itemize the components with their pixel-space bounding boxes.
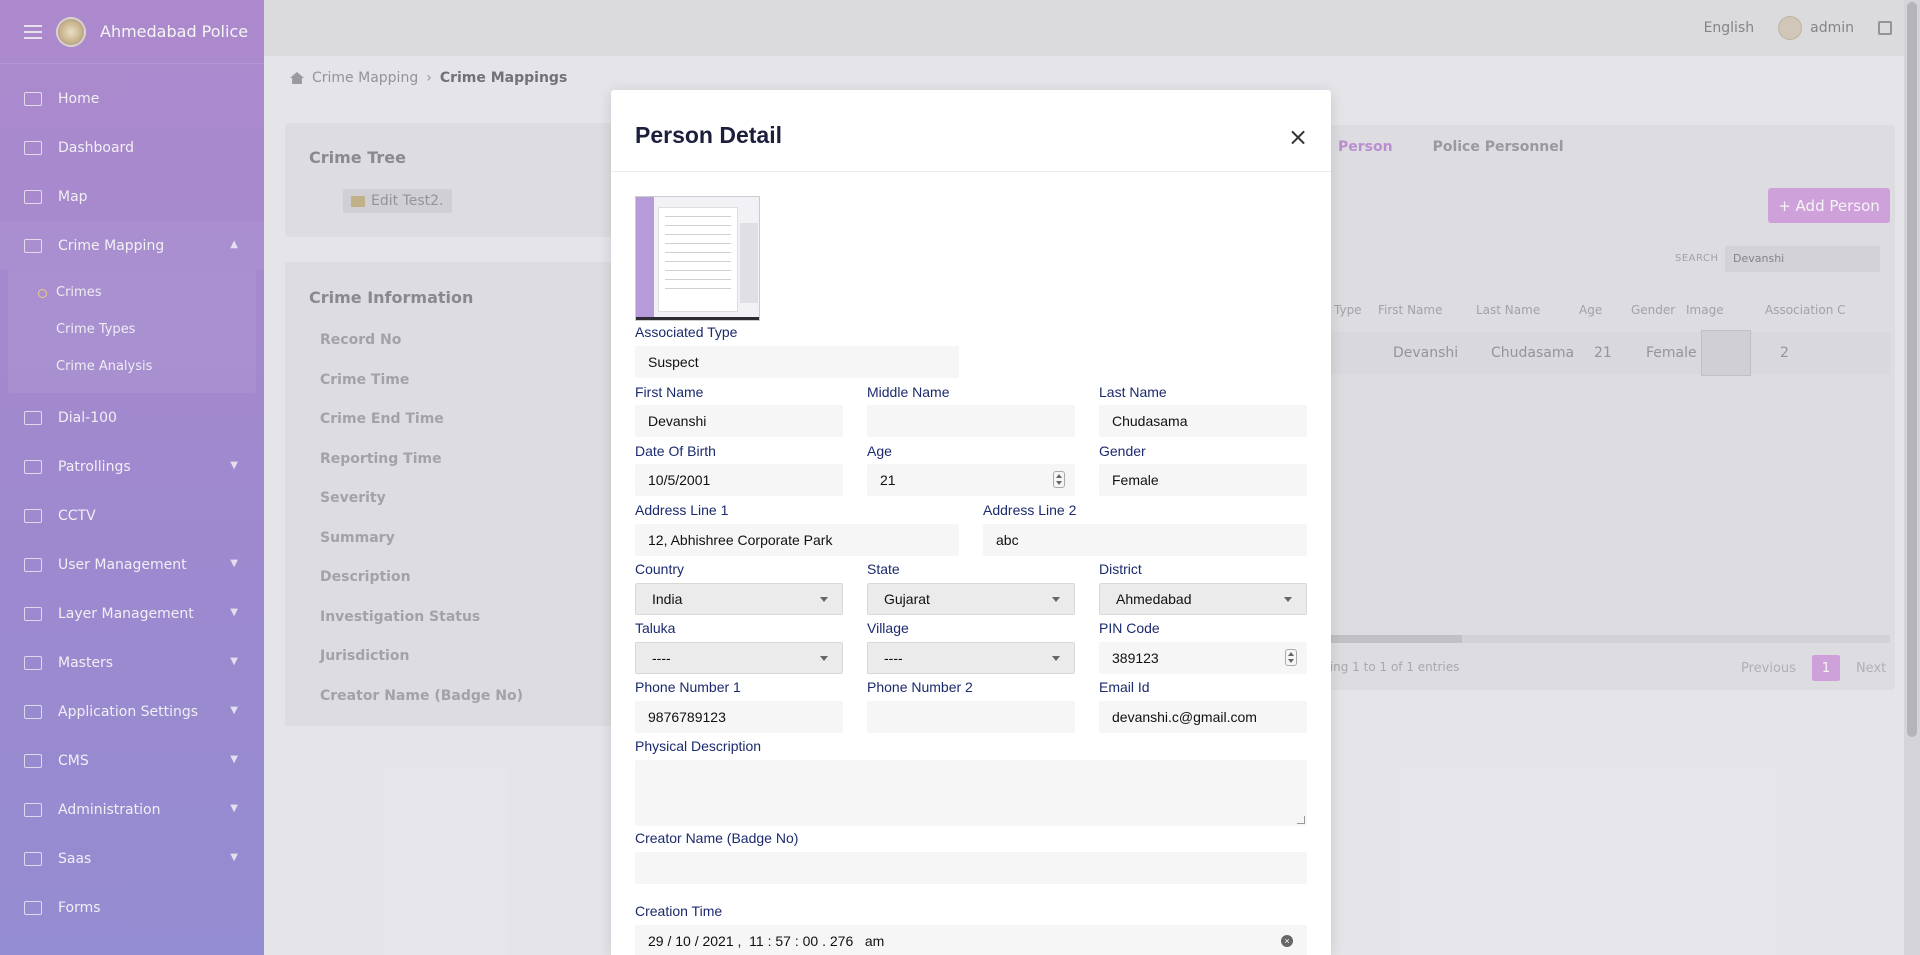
taluka-value: ---- — [652, 650, 671, 666]
modal-header: Person Detail × — [611, 90, 1331, 172]
chevron-down-icon — [1052, 597, 1060, 602]
first-name-field[interactable]: Devanshi — [635, 405, 843, 437]
state-label: State — [867, 561, 900, 577]
person-detail-modal: Person Detail × Associated Type Suspect … — [611, 90, 1331, 955]
country-select[interactable]: India — [635, 583, 843, 615]
pin-field[interactable]: 389123 — [1099, 642, 1307, 674]
first-name-label: First Name — [635, 384, 704, 400]
country-label: Country — [635, 561, 685, 577]
phone2-field[interactable] — [867, 701, 1075, 733]
physical-description-label: Physical Description — [635, 738, 762, 754]
taluka-select[interactable]: ---- — [635, 642, 843, 674]
chevron-down-icon — [1284, 597, 1292, 602]
resize-handle-icon[interactable] — [1297, 816, 1305, 824]
address2-label: Address Line 2 — [983, 502, 1077, 518]
pin-label: PIN Code — [1099, 620, 1160, 636]
age-value: 21 — [880, 472, 896, 488]
creator-name-label: Creator Name (Badge No) — [635, 830, 799, 846]
district-label: District — [1099, 561, 1142, 577]
stepper-icon[interactable] — [1053, 471, 1065, 488]
phone1-field[interactable]: 9876789123 — [635, 701, 843, 733]
address1-label: Address Line 1 — [635, 502, 729, 518]
associated-type-field[interactable]: Suspect — [635, 346, 959, 378]
email-label: Email Id — [1099, 679, 1150, 695]
modal-title: Person Detail — [635, 122, 782, 148]
dob-label: Date Of Birth — [635, 443, 716, 459]
chevron-down-icon — [820, 597, 828, 602]
email-field[interactable]: devanshi.c@gmail.com — [1099, 701, 1307, 733]
phone1-label: Phone Number 1 — [635, 679, 741, 695]
district-value: Ahmedabad — [1116, 591, 1192, 607]
gender-label: Gender — [1099, 443, 1146, 459]
middle-name-label: Middle Name — [867, 384, 950, 400]
country-value: India — [652, 591, 683, 607]
creation-time-label: Creation Time — [635, 903, 723, 919]
phone2-label: Phone Number 2 — [867, 679, 973, 695]
district-select[interactable]: Ahmedabad — [1099, 583, 1307, 615]
taluka-label: Taluka — [635, 620, 676, 636]
last-name-label: Last Name — [1099, 384, 1167, 400]
physical-description-textarea[interactable] — [635, 760, 1307, 826]
person-photo[interactable] — [635, 196, 760, 321]
village-value: ---- — [884, 650, 903, 666]
state-value: Gujarat — [884, 591, 930, 607]
pin-value: 389123 — [1112, 650, 1159, 666]
address2-field[interactable]: abc — [983, 524, 1307, 556]
address1-field[interactable]: 12, Abhishree Corporate Park — [635, 524, 959, 556]
stepper-icon[interactable] — [1285, 649, 1297, 666]
village-label: Village — [867, 620, 909, 636]
middle-name-field[interactable] — [867, 405, 1075, 437]
village-select[interactable]: ---- — [867, 642, 1075, 674]
last-name-field[interactable]: Chudasama — [1099, 405, 1307, 437]
gender-field[interactable]: Female — [1099, 464, 1307, 496]
chevron-down-icon — [1052, 656, 1060, 661]
age-field[interactable]: 21 — [867, 464, 1075, 496]
clear-icon[interactable]: × — [1281, 935, 1293, 947]
close-icon[interactable]: × — [1288, 125, 1308, 149]
age-label: Age — [867, 443, 892, 459]
creation-time-value: 29 / 10 / 2021 , 11 : 57 : 00 . 276 am — [648, 933, 885, 949]
chevron-down-icon — [820, 656, 828, 661]
associated-type-label: Associated Type — [635, 324, 738, 340]
creator-name-field[interactable] — [635, 852, 1307, 884]
dob-field[interactable]: 10/5/2001 — [635, 464, 843, 496]
state-select[interactable]: Gujarat — [867, 583, 1075, 615]
creation-time-field[interactable]: 29 / 10 / 2021 , 11 : 57 : 00 . 276 am × — [635, 925, 1307, 955]
